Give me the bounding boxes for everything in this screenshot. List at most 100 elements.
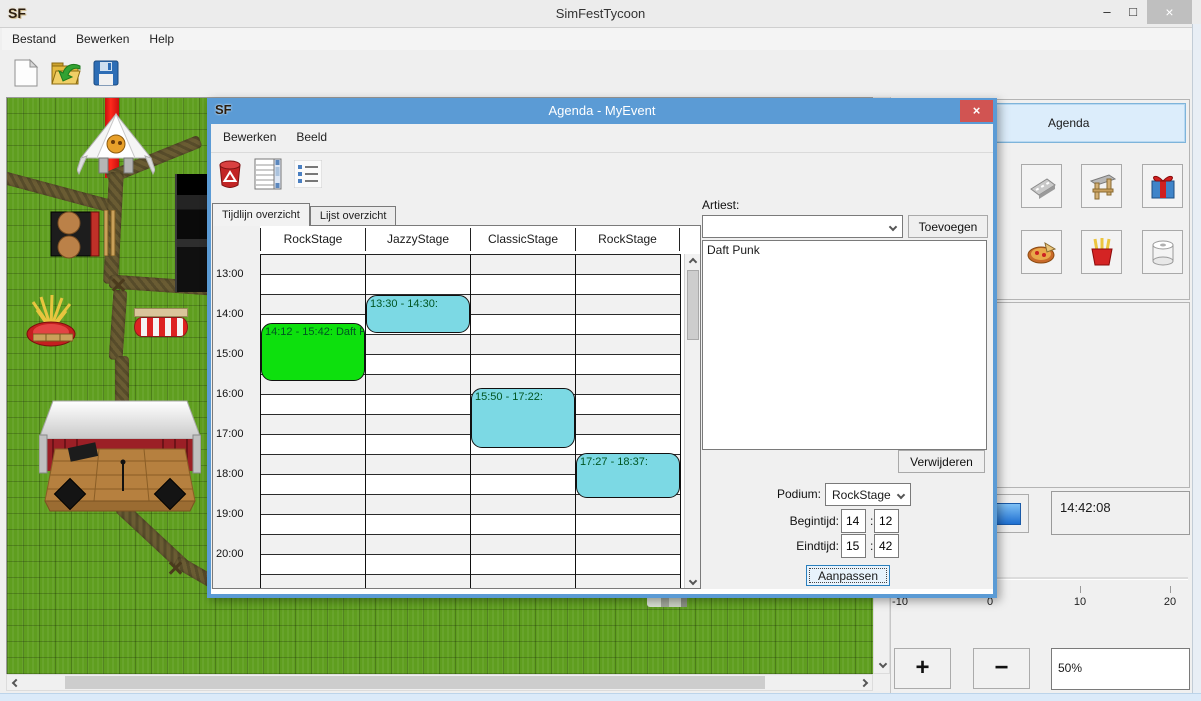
column-line: [260, 255, 261, 588]
item-button-gift[interactable]: [1142, 164, 1183, 208]
schedule-grid-panel: 13:00 14:00 15:00 16:00 17:00 18:00 19:00 20:00…: [212, 225, 701, 589]
delete-event-button[interactable]: [214, 158, 246, 190]
gift-icon: [1148, 171, 1178, 201]
save-button[interactable]: [88, 55, 124, 91]
main-toolbar: [0, 50, 1201, 96]
tab-tijdlijn-overzicht[interactable]: Tijdlijn overzicht: [212, 203, 310, 226]
begin-hour-input[interactable]: [841, 509, 866, 533]
begin-minute-input[interactable]: [874, 509, 899, 533]
dialog-menubar: BewerkenBeeld: [213, 126, 337, 148]
dialog-menu-item-beeld[interactable]: Beeld: [286, 127, 337, 147]
menu-item-help[interactable]: Help: [139, 29, 184, 49]
item-button-stage-kit[interactable]: [1081, 164, 1122, 208]
save-icon: [92, 59, 120, 87]
zoom-in-button[interactable]: +: [894, 648, 951, 689]
fries-icon: [1089, 237, 1115, 267]
scroll-down-icon[interactable]: [685, 573, 701, 588]
maximize-button[interactable]: □: [1122, 4, 1144, 19]
time-label: 20:00: [216, 548, 244, 560]
item-button-fries[interactable]: [1081, 230, 1122, 274]
artist-list[interactable]: Daft Punk: [702, 240, 987, 450]
schedule-event[interactable]: 13:30 - 14:30:: [366, 295, 470, 333]
time-label: 18:00: [216, 468, 244, 480]
scrollbar-corner: [873, 674, 890, 691]
bench-icon[interactable]: [104, 210, 116, 256]
map-horizontal-scrollbar[interactable]: [6, 674, 873, 691]
item-button-toilet-paper[interactable]: [1142, 230, 1183, 274]
begin-time-label: Begintijd:: [751, 514, 839, 528]
end-minute-input[interactable]: [874, 534, 899, 558]
podium-label: Podium:: [736, 487, 821, 501]
schedule-event[interactable]: 14:12 - 15:42: Daft Punk: [261, 323, 365, 381]
artist-list-item[interactable]: Daft Punk: [703, 241, 986, 259]
zoom-level-field[interactable]: 50%: [1051, 648, 1190, 690]
item-button-pizza[interactable]: [1021, 230, 1062, 274]
schedule-event[interactable]: 17:27 - 18:37:: [576, 453, 680, 498]
time-label: 14:00: [216, 308, 244, 320]
time-label: 16:00: [216, 388, 244, 400]
trash-icon: [218, 159, 242, 189]
scroll-down-icon[interactable]: [874, 656, 891, 671]
tent-icon[interactable]: [77, 112, 155, 176]
schedule-event[interactable]: 15:50 - 17:22:: [471, 388, 575, 447]
view-tabs: Tijdlijn overzichtLijst overzicht: [212, 203, 396, 226]
game-clock: 14:42:08: [1051, 491, 1190, 535]
bench-icon[interactable]: [33, 332, 73, 342]
podium-select[interactable]: RockStage: [825, 483, 911, 506]
slider-tick: [1080, 586, 1081, 593]
time-label: 13:00: [216, 268, 244, 280]
add-artist-button[interactable]: Toevoegen: [908, 215, 988, 238]
time-colon: :: [870, 539, 873, 553]
application-window: SF SimFestTycoon – □ × BestandBewerkenHe…: [0, 0, 1201, 701]
minimize-button[interactable]: –: [1096, 4, 1118, 19]
dialog-body: BewerkenBeeld: [207, 124, 997, 598]
burger-stand-icon[interactable]: [49, 208, 105, 260]
agenda-dialog: SF Agenda - MyEvent × BewerkenBeeld: [207, 98, 997, 598]
new-file-button[interactable]: [8, 55, 44, 91]
toilet-paper-icon: [1149, 237, 1177, 267]
remove-button[interactable]: Verwijderen: [898, 450, 985, 473]
scroll-thumb[interactable]: [65, 676, 765, 689]
dirt-path: [115, 356, 129, 404]
timeline-view-button[interactable]: [252, 158, 284, 190]
scroll-right-icon[interactable]: [855, 675, 872, 690]
market-stall-icon[interactable]: [134, 306, 188, 340]
tab-lijst-overzicht[interactable]: Lijst overzicht: [310, 206, 397, 226]
dirt-path: [109, 290, 128, 361]
slider-label: 10: [1065, 596, 1095, 608]
open-file-button[interactable]: [48, 55, 84, 91]
column-header: ClassicStage: [470, 228, 575, 251]
main-stage-icon[interactable]: [39, 399, 201, 513]
column-header: RockStage: [260, 228, 365, 251]
dialog-titlebar[interactable]: SF Agenda - MyEvent ×: [207, 98, 997, 124]
zoom-out-button[interactable]: −: [973, 648, 1030, 689]
item-button-road[interactable]: [1021, 164, 1062, 208]
chevron-down-icon: [897, 491, 905, 499]
dialog-close-button[interactable]: ×: [960, 100, 993, 122]
menu-separator: [211, 152, 993, 153]
scroll-thumb[interactable]: [687, 270, 699, 340]
column-line: [680, 255, 681, 588]
chevron-down-icon: [889, 223, 897, 231]
artist-combobox[interactable]: [702, 215, 903, 238]
column-header: JazzyStage: [365, 228, 470, 251]
scroll-up-icon[interactable]: [685, 254, 701, 269]
time-label: 19:00: [216, 508, 244, 520]
apply-button[interactable]: Aanpassen: [806, 565, 890, 586]
grid-scrollbar[interactable]: [684, 254, 700, 588]
menu-item-bestand[interactable]: Bestand: [2, 29, 66, 49]
speaker-tower-icon[interactable]: [175, 174, 209, 292]
dialog-menu-item-bewerken[interactable]: Bewerken: [213, 127, 286, 147]
schedule-grid[interactable]: 14:12 - 15:42: Daft Punk13:30 - 14:30: 15…: [260, 254, 681, 588]
time-colon: :: [870, 514, 873, 528]
end-hour-input[interactable]: [841, 534, 866, 558]
time-label: 15:00: [216, 348, 244, 360]
list-view-button[interactable]: [292, 158, 324, 190]
main-titlebar[interactable]: SF SimFestTycoon – □ ×: [0, 0, 1201, 28]
end-time-label: Eindtijd:: [751, 539, 839, 553]
time-label: 17:00: [216, 428, 244, 440]
agenda-button-label: Agenda: [1048, 116, 1089, 130]
menu-item-bewerken[interactable]: Bewerken: [66, 29, 139, 49]
scroll-left-icon[interactable]: [7, 675, 24, 690]
close-button[interactable]: ×: [1147, 0, 1192, 24]
